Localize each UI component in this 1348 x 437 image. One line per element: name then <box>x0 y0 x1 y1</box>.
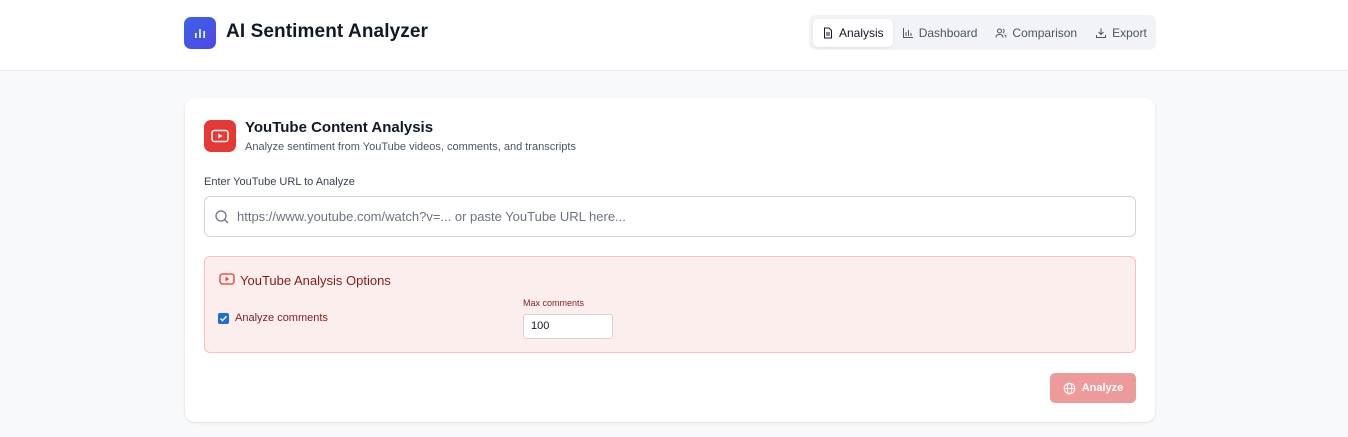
app-logo <box>184 17 216 49</box>
globe-icon <box>1063 382 1076 394</box>
url-field-wrapper <box>204 196 1136 237</box>
max-comments-label: Max comments <box>523 298 585 308</box>
url-field-label: Enter YouTube URL to Analyze <box>204 176 355 188</box>
nav-tab-label: Dashboard <box>918 25 978 40</box>
document-icon <box>824 27 832 38</box>
youtube-options-panel: YouTube Analysis Options Analyze comment… <box>204 256 1136 353</box>
nav-tab-comparison[interactable]: Comparison <box>986 19 1086 47</box>
bar-chart-icon <box>195 29 205 38</box>
users-icon <box>995 28 1007 38</box>
nav-tab-label: Comparison <box>1012 25 1078 40</box>
max-comments-input[interactable]: 100 <box>523 314 613 339</box>
youtube-badge <box>204 120 236 152</box>
bar-chart-icon <box>902 27 913 38</box>
youtube-icon <box>219 273 235 285</box>
nav-tab-analysis[interactable]: Analysis <box>813 18 893 47</box>
youtube-analysis-card: YouTube Content Analysis Analyze sentime… <box>185 98 1155 422</box>
app-title: AI Sentiment Analyzer <box>226 21 428 42</box>
main-nav: Analysis Dashboard Comparison Export <box>809 15 1156 50</box>
options-title: YouTube Analysis Options <box>240 273 391 288</box>
nav-tab-export[interactable]: Export <box>1086 19 1156 47</box>
nav-tab-label: Export <box>1112 25 1147 40</box>
card-title: YouTube Content Analysis <box>245 119 434 136</box>
card-subtitle: Analyze sentiment from YouTube videos, c… <box>245 141 576 153</box>
top-navbar: AI Sentiment Analyzer Analysis Dashboard… <box>0 0 1348 71</box>
analyze-button-label: Analyze <box>1081 382 1124 394</box>
youtube-icon <box>211 129 229 143</box>
youtube-url-input[interactable] <box>237 197 1127 236</box>
analyze-button[interactable]: Analyze <box>1050 373 1136 403</box>
analyze-comments-checkbox[interactable] <box>218 313 229 324</box>
search-icon <box>215 210 229 224</box>
download-icon <box>1096 28 1107 38</box>
nav-tab-dashboard[interactable]: Dashboard <box>893 19 987 47</box>
nav-tab-label: Analysis <box>839 25 884 40</box>
checkmark-icon <box>219 315 228 322</box>
analyze-comments-label[interactable]: Analyze comments <box>235 312 328 324</box>
